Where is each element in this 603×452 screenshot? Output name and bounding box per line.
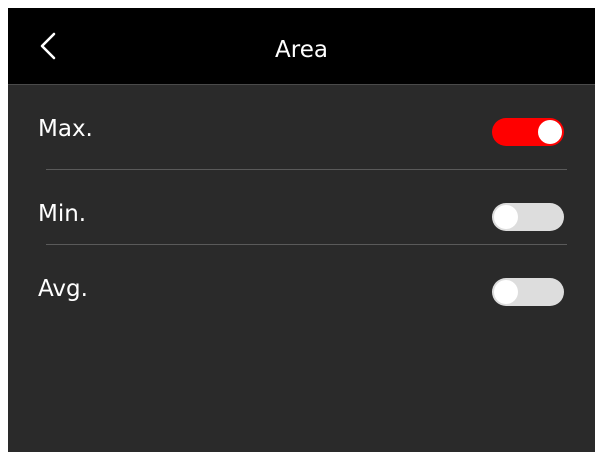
- area-settings-screen: Area Max. Min. Avg.: [8, 8, 595, 452]
- toggle-knob: [494, 205, 518, 229]
- header-bar: Area: [8, 8, 595, 84]
- toggle-knob: [538, 120, 562, 144]
- setting-row-min: Min.: [8, 170, 595, 246]
- max-toggle[interactable]: [492, 118, 564, 146]
- avg-toggle[interactable]: [492, 278, 564, 306]
- setting-label-min: Min.: [38, 201, 87, 227]
- setting-label-avg: Avg.: [38, 276, 88, 302]
- setting-label-max: Max.: [38, 116, 93, 142]
- min-toggle[interactable]: [492, 203, 564, 231]
- toggle-knob: [494, 280, 518, 304]
- setting-row-avg: Avg.: [8, 245, 595, 321]
- page-title: Area: [275, 37, 328, 63]
- setting-row-max: Max.: [8, 85, 595, 161]
